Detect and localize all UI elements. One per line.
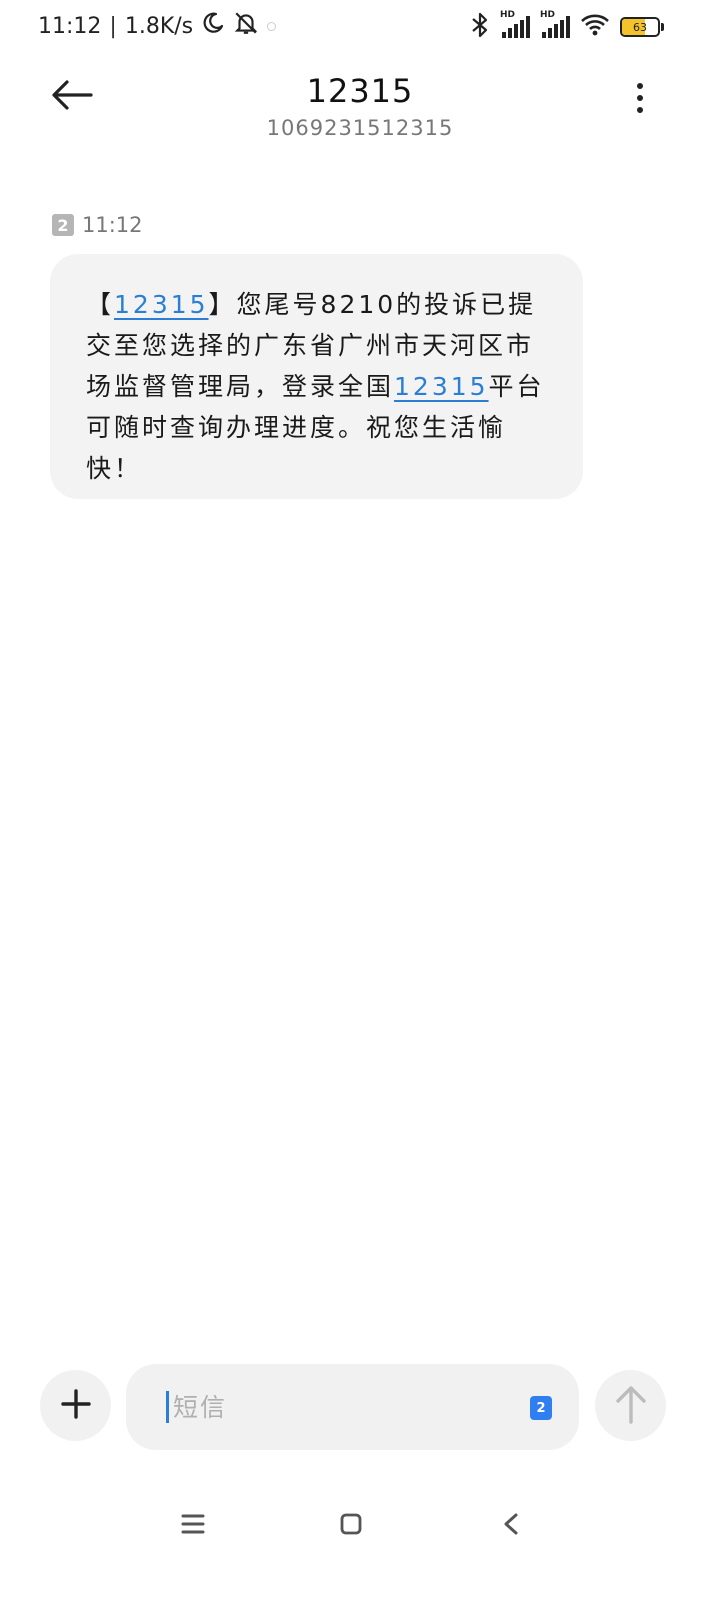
status-bar: 11:12 | 1.8K/s HD HD 63 xyxy=(0,0,720,52)
text-caret xyxy=(166,1391,169,1423)
battery-level: 63 xyxy=(633,20,647,34)
contact-title: 12315 xyxy=(306,72,414,110)
header-title-block: 12315 1069231512315 xyxy=(0,72,720,140)
battery-icon: 63 xyxy=(620,17,664,37)
signal-icon: HD xyxy=(540,10,570,38)
signal-icon: HD xyxy=(500,10,530,38)
bell-off-icon xyxy=(233,10,259,42)
wifi-icon xyxy=(580,13,610,41)
plus-icon xyxy=(60,1388,92,1424)
navigation-bar xyxy=(0,1490,720,1560)
menu-icon xyxy=(181,1513,205,1539)
message-link-12315[interactable]: 12315 xyxy=(114,290,209,319)
message-composer: 2 xyxy=(0,1360,720,1452)
contact-number: 1069231512315 xyxy=(266,116,454,140)
more-vertical-icon xyxy=(637,83,643,89)
add-attachment-button[interactable] xyxy=(40,1370,111,1441)
status-left: 11:12 | 1.8K/s xyxy=(38,10,277,42)
sim2-hd-label: HD xyxy=(540,10,556,20)
conversation-header: 12315 1069231512315 xyxy=(0,60,720,160)
bluetooth-icon xyxy=(470,12,490,42)
message-input-box[interactable]: 2 xyxy=(126,1364,579,1450)
message-text: 【 xyxy=(86,290,115,319)
notification-dot xyxy=(267,21,277,31)
status-time: 11:12 xyxy=(38,13,102,39)
sim-select-button[interactable]: 2 xyxy=(530,1396,552,1420)
message-time: 11:12 xyxy=(82,213,143,237)
sim-slot-badge: 2 xyxy=(52,214,74,236)
sim1-hd-label: HD xyxy=(500,10,516,20)
send-button[interactable] xyxy=(595,1370,666,1441)
home-icon xyxy=(339,1512,363,1540)
home-button[interactable] xyxy=(329,1504,373,1548)
status-separator: | xyxy=(109,13,117,39)
back-icon xyxy=(501,1512,521,1540)
message-input[interactable] xyxy=(171,1391,515,1423)
nav-back-button[interactable] xyxy=(489,1504,533,1548)
arrow-up-icon xyxy=(614,1384,648,1428)
more-options-button[interactable] xyxy=(620,78,660,118)
message-meta: 2 11:12 xyxy=(52,213,143,237)
moon-icon xyxy=(201,11,225,41)
message-bubble[interactable]: 【12315】您尾号8210的投诉已提交至您选择的广东省广州市天河区市场监督管理… xyxy=(50,254,583,499)
status-right: HD HD 63 xyxy=(470,10,664,42)
network-speed: 1.8K/s xyxy=(124,13,194,39)
message-link-12315[interactable]: 12315 xyxy=(394,372,489,401)
recent-apps-button[interactable] xyxy=(171,1504,215,1548)
